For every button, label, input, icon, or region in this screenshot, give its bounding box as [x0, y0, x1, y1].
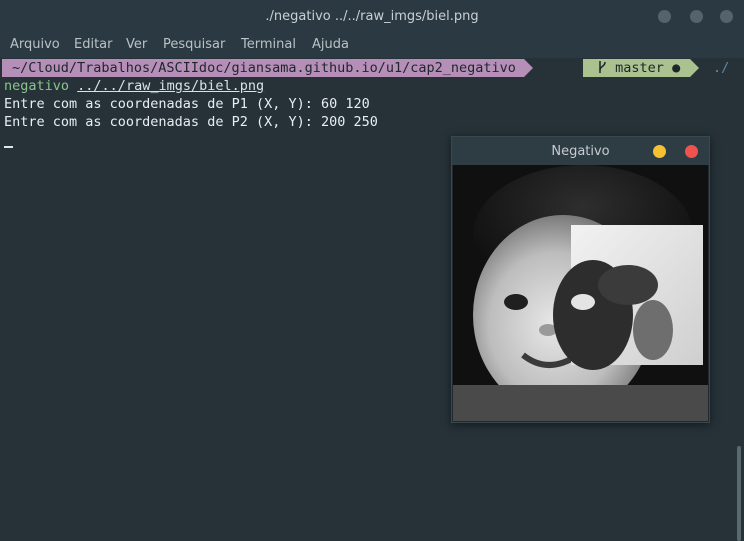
menu-bar: Arquivo Editar Ver Pesquisar Terminal Aj…: [0, 34, 744, 58]
prompt-git-segment: master ●: [583, 59, 700, 77]
title-bar: ./negativo ../../raw_imgs/biel.png: [0, 0, 744, 34]
shell-prompt: ~/Cloud/Trabalhos/ASCIIdoc/giansama.gith…: [0, 59, 744, 77]
output-line: Entre com as coordenadas de P1 (X, Y): 6…: [4, 96, 370, 112]
menu-ajuda[interactable]: Ajuda: [312, 37, 349, 52]
close-button[interactable]: [720, 10, 733, 23]
command-name: negativo: [4, 78, 70, 94]
menu-pesquisar[interactable]: Pesquisar: [163, 37, 225, 52]
prompt-path: ~/Cloud/Trabalhos/ASCIIdoc/giansama.gith…: [2, 59, 533, 77]
baby-photo-image: [453, 165, 708, 421]
git-branch-icon: [597, 60, 607, 76]
command-argument[interactable]: ../../raw_imgs/biel.png: [77, 78, 264, 94]
negative-image: [453, 165, 708, 421]
minimize-button[interactable]: [658, 10, 671, 23]
git-dirty-marker: ●: [672, 60, 681, 76]
command-line: negativo ../../raw_imgs/biel.png: [4, 77, 264, 95]
negativo-close-button[interactable]: [685, 145, 698, 158]
negativo-title-bar[interactable]: Negativo: [452, 137, 709, 165]
window-title: ./negativo ../../raw_imgs/biel.png: [265, 9, 479, 24]
text-cursor: [4, 146, 13, 148]
menu-editar[interactable]: Editar: [74, 37, 113, 52]
menu-ver[interactable]: Ver: [126, 37, 147, 52]
git-branch-name: master: [615, 60, 664, 76]
negativo-minimize-button[interactable]: [653, 145, 666, 158]
menu-arquivo[interactable]: Arquivo: [10, 37, 60, 52]
prompt-trailing: ./: [713, 60, 730, 76]
maximize-button[interactable]: [690, 10, 703, 23]
output-line: Entre com as coordenadas de P2 (X, Y): 2…: [4, 114, 378, 130]
terminal-scrollbar[interactable]: [737, 446, 741, 541]
negativo-title: Negativo: [551, 144, 610, 159]
negativo-window: Negativo: [451, 136, 710, 423]
menu-terminal[interactable]: Terminal: [241, 37, 296, 52]
